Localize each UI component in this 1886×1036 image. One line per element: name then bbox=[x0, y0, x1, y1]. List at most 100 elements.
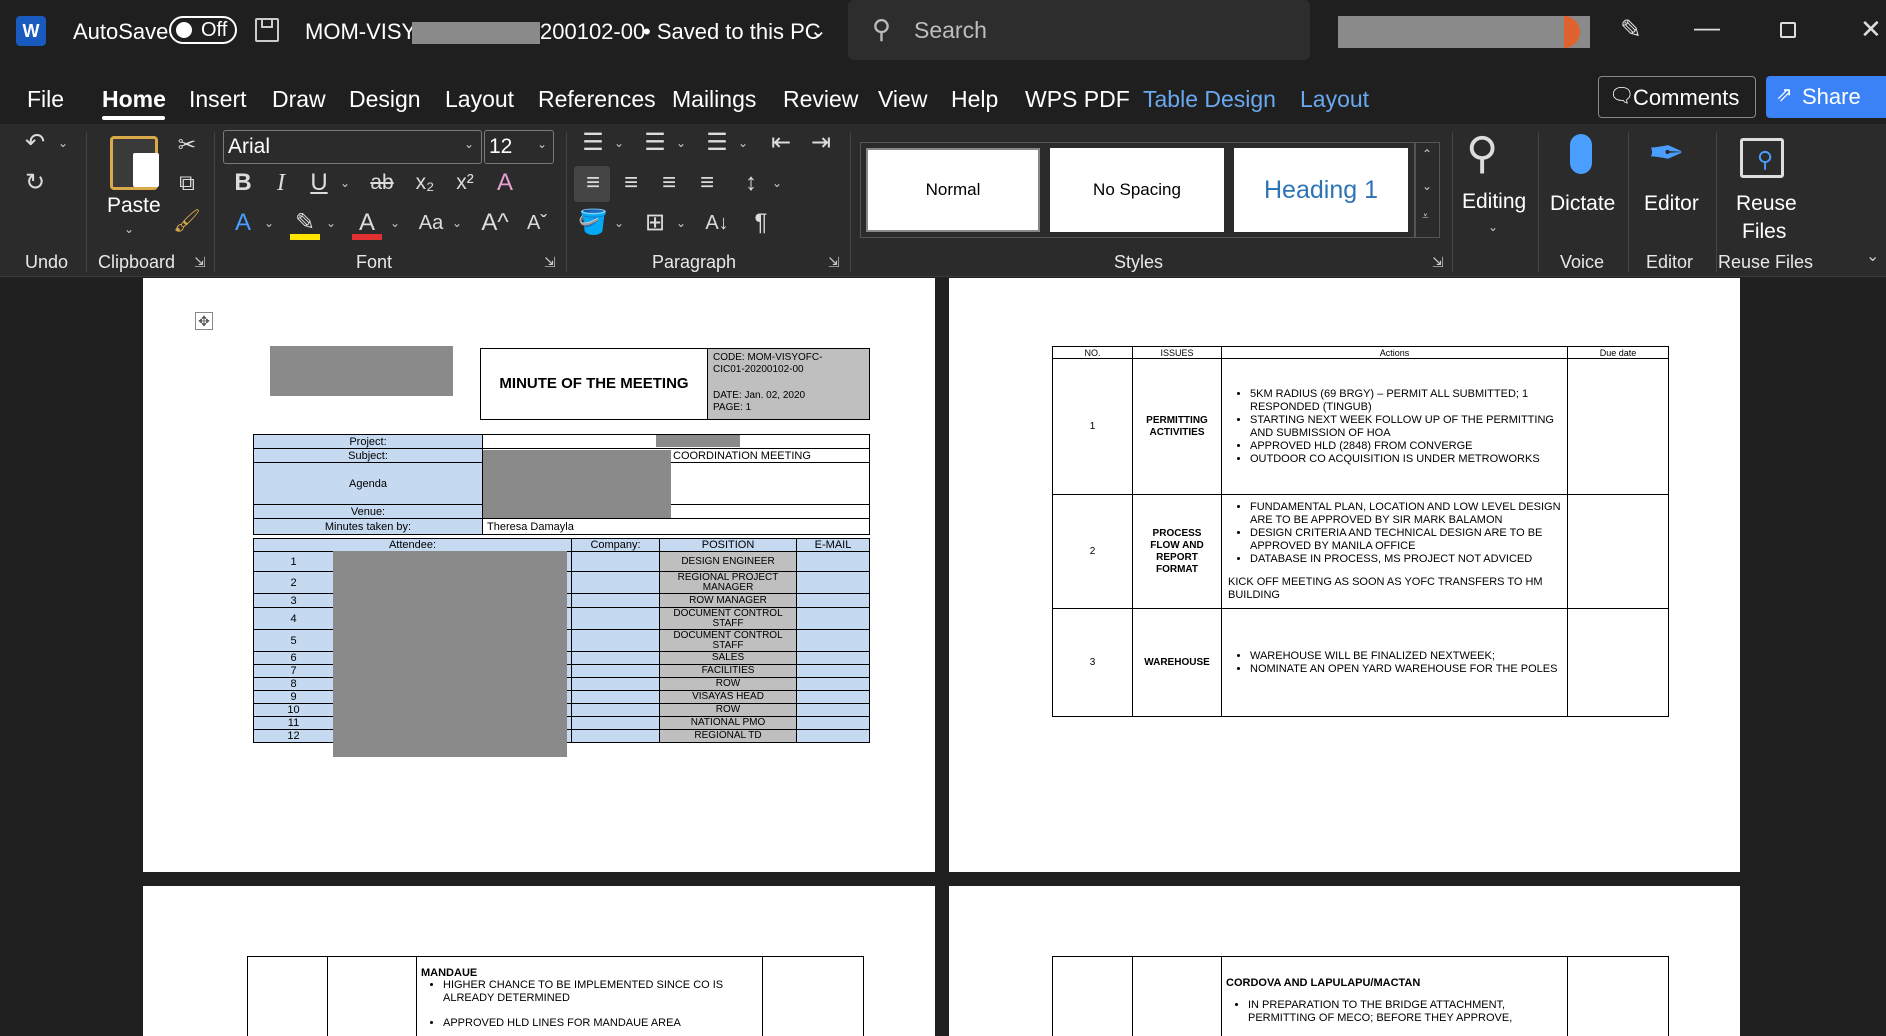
attendee-email[interactable] bbox=[796, 716, 870, 730]
font-name-select[interactable]: Arial ⌄ bbox=[223, 130, 482, 164]
reuse-files-icon[interactable]: ⚲ bbox=[1740, 138, 1784, 178]
text-effects-dropdown-icon[interactable]: ⌄ bbox=[264, 216, 274, 230]
close-icon[interactable]: ✕ bbox=[1860, 14, 1882, 45]
issue-due-date[interactable] bbox=[1567, 494, 1669, 609]
font-size-select[interactable]: 12 ⌄ bbox=[484, 130, 554, 164]
attendee-company[interactable] bbox=[571, 716, 661, 730]
page-4[interactable]: CORDOVA AND LAPULAPU/MACTAN IN PREPARATI… bbox=[949, 886, 1740, 1036]
issue-due-date[interactable] bbox=[1567, 358, 1669, 495]
editing-label[interactable]: Editing bbox=[1462, 190, 1526, 214]
attendee-email[interactable] bbox=[796, 703, 870, 717]
tab-mailings[interactable]: Mailings bbox=[672, 86, 756, 113]
reuse-label[interactable]: Reuse bbox=[1736, 192, 1797, 216]
dialog-launcher-icon[interactable]: ⇲ bbox=[544, 254, 556, 271]
pen-icon[interactable]: ✎ bbox=[1620, 14, 1642, 45]
more-styles-icon[interactable]: ⩡ bbox=[1422, 209, 1429, 224]
tab-table-layout[interactable]: Layout bbox=[1300, 86, 1369, 113]
tab-insert[interactable]: Insert bbox=[189, 86, 247, 113]
issue-actions[interactable]: WAREHOUSE WILL BE FINALIZED NEXTWEEK;NOM… bbox=[1221, 608, 1568, 717]
attendee-email[interactable] bbox=[796, 651, 870, 665]
issue-actions[interactable]: FUNDAMENTAL PLAN, LOCATION AND LOW LEVEL… bbox=[1221, 494, 1568, 609]
numbering-dropdown-icon[interactable]: ⌄ bbox=[676, 136, 686, 150]
attendee-company[interactable] bbox=[571, 607, 661, 630]
chevron-down-icon[interactable]: ⌄ bbox=[810, 18, 827, 43]
restore-icon[interactable] bbox=[1780, 22, 1796, 38]
multilevel-dropdown-icon[interactable]: ⌄ bbox=[738, 136, 748, 150]
paste-icon[interactable] bbox=[110, 136, 159, 190]
minimize-icon[interactable]: — bbox=[1694, 12, 1720, 43]
superscript-icon[interactable]: x² bbox=[448, 168, 482, 198]
tab-help[interactable]: Help bbox=[951, 86, 998, 113]
autosave-toggle[interactable]: Off bbox=[169, 16, 237, 44]
attendee-company[interactable] bbox=[571, 571, 661, 594]
italic-icon[interactable]: I bbox=[266, 168, 296, 198]
attendee-company[interactable] bbox=[571, 551, 661, 572]
justify-icon[interactable]: ≡ bbox=[690, 168, 724, 198]
dialog-launcher-icon[interactable]: ⇲ bbox=[828, 254, 840, 271]
dialog-launcher-icon[interactable]: ⇲ bbox=[194, 254, 206, 271]
issue-actions[interactable]: 5KM RADIUS (69 BRGY) – PERMIT ALL SUBMIT… bbox=[1221, 358, 1568, 495]
align-right-icon[interactable]: ≡ bbox=[652, 168, 686, 198]
undo-dropdown-icon[interactable]: ⌄ bbox=[58, 136, 68, 150]
attendee-company[interactable] bbox=[571, 629, 661, 652]
redo-icon[interactable]: ↻ bbox=[18, 168, 52, 198]
text-effects-icon[interactable]: A bbox=[228, 208, 258, 238]
line-spacing-dropdown-icon[interactable]: ⌄ bbox=[772, 176, 782, 190]
comments-button[interactable]: 🗨 Comments bbox=[1598, 76, 1756, 118]
minutes-value[interactable]: Theresa Damayla bbox=[482, 518, 870, 535]
grow-font-icon[interactable]: A^ bbox=[480, 208, 510, 238]
shading-dropdown-icon[interactable]: ⌄ bbox=[614, 216, 624, 230]
attendee-company[interactable] bbox=[571, 651, 661, 665]
cut-icon[interactable]: ✂ bbox=[172, 130, 202, 160]
paste-dropdown-icon[interactable]: ⌄ bbox=[124, 222, 134, 236]
change-case-icon[interactable]: Aa bbox=[414, 208, 448, 238]
editing-dropdown-icon[interactable]: ⌄ bbox=[1488, 220, 1498, 234]
attendee-company[interactable] bbox=[571, 729, 661, 743]
style-no-spacing[interactable]: No Spacing bbox=[1050, 148, 1224, 232]
paste-label[interactable]: Paste bbox=[107, 194, 161, 218]
tab-review[interactable]: Review bbox=[783, 86, 858, 113]
underline-dropdown-icon[interactable]: ⌄ bbox=[340, 176, 350, 190]
page-1[interactable]: ✥ MINUTE OF THE MEETING CODE: MOM-VISYOF… bbox=[143, 278, 935, 872]
tab-draw[interactable]: Draw bbox=[272, 86, 326, 113]
editor-label[interactable]: Editor bbox=[1644, 192, 1699, 216]
page-2[interactable]: NO. ISSUES Actions Due date 1 PERMITTING … bbox=[949, 278, 1740, 872]
bullets-dropdown-icon[interactable]: ⌄ bbox=[614, 136, 624, 150]
highlight-dropdown-icon[interactable]: ⌄ bbox=[326, 216, 336, 230]
style-heading1[interactable]: Heading 1 bbox=[1234, 148, 1408, 232]
page-3[interactable]: MANDAUE HIGHER CHANCE TO BE IMPLEMENTED … bbox=[143, 886, 935, 1036]
chevron-up-icon[interactable]: ⌃ bbox=[1422, 147, 1432, 161]
tab-table-design[interactable]: Table Design bbox=[1143, 86, 1276, 113]
attendee-email[interactable] bbox=[796, 664, 870, 678]
attendee-company[interactable] bbox=[571, 664, 661, 678]
table-move-handle-icon[interactable]: ✥ bbox=[195, 312, 213, 330]
format-painter-icon[interactable]: 🖌 bbox=[172, 206, 202, 236]
tab-home[interactable]: Home bbox=[102, 86, 166, 113]
tab-references[interactable]: References bbox=[538, 86, 656, 113]
saved-status[interactable]: • Saved to this PC bbox=[643, 19, 821, 45]
attendee-email[interactable] bbox=[796, 593, 870, 608]
decrease-indent-icon[interactable]: ⇤ bbox=[764, 128, 798, 158]
attendee-email[interactable] bbox=[796, 607, 870, 630]
tab-design[interactable]: Design bbox=[349, 86, 421, 113]
multilevel-list-icon[interactable]: ☰ bbox=[700, 128, 734, 158]
attendee-email[interactable] bbox=[796, 629, 870, 652]
show-marks-icon[interactable]: ¶ bbox=[744, 208, 778, 238]
editor-pen-icon[interactable]: ✒ bbox=[1648, 128, 1685, 179]
tab-wps-pdf[interactable]: WPS PDF bbox=[1025, 86, 1130, 113]
attendee-company[interactable] bbox=[571, 677, 661, 691]
sort-icon[interactable]: A↓ bbox=[700, 208, 734, 238]
clear-formatting-icon[interactable]: A bbox=[488, 168, 522, 198]
copy-icon[interactable]: ⧉ bbox=[172, 168, 202, 198]
highlight-icon[interactable]: ✎ bbox=[290, 208, 320, 240]
shrink-font-icon[interactable]: Aˇ bbox=[522, 208, 552, 238]
attendee-company[interactable] bbox=[571, 690, 661, 704]
files-label[interactable]: Files bbox=[1742, 220, 1786, 244]
attendee-email[interactable] bbox=[796, 690, 870, 704]
issue-due-date[interactable] bbox=[1567, 608, 1669, 717]
collapse-ribbon-icon[interactable]: ⌄ bbox=[1866, 246, 1879, 266]
underline-icon[interactable]: U bbox=[304, 168, 334, 198]
increase-indent-icon[interactable]: ⇥ bbox=[804, 128, 838, 158]
bold-icon[interactable]: B bbox=[228, 168, 258, 198]
attendee-email[interactable] bbox=[796, 729, 870, 743]
